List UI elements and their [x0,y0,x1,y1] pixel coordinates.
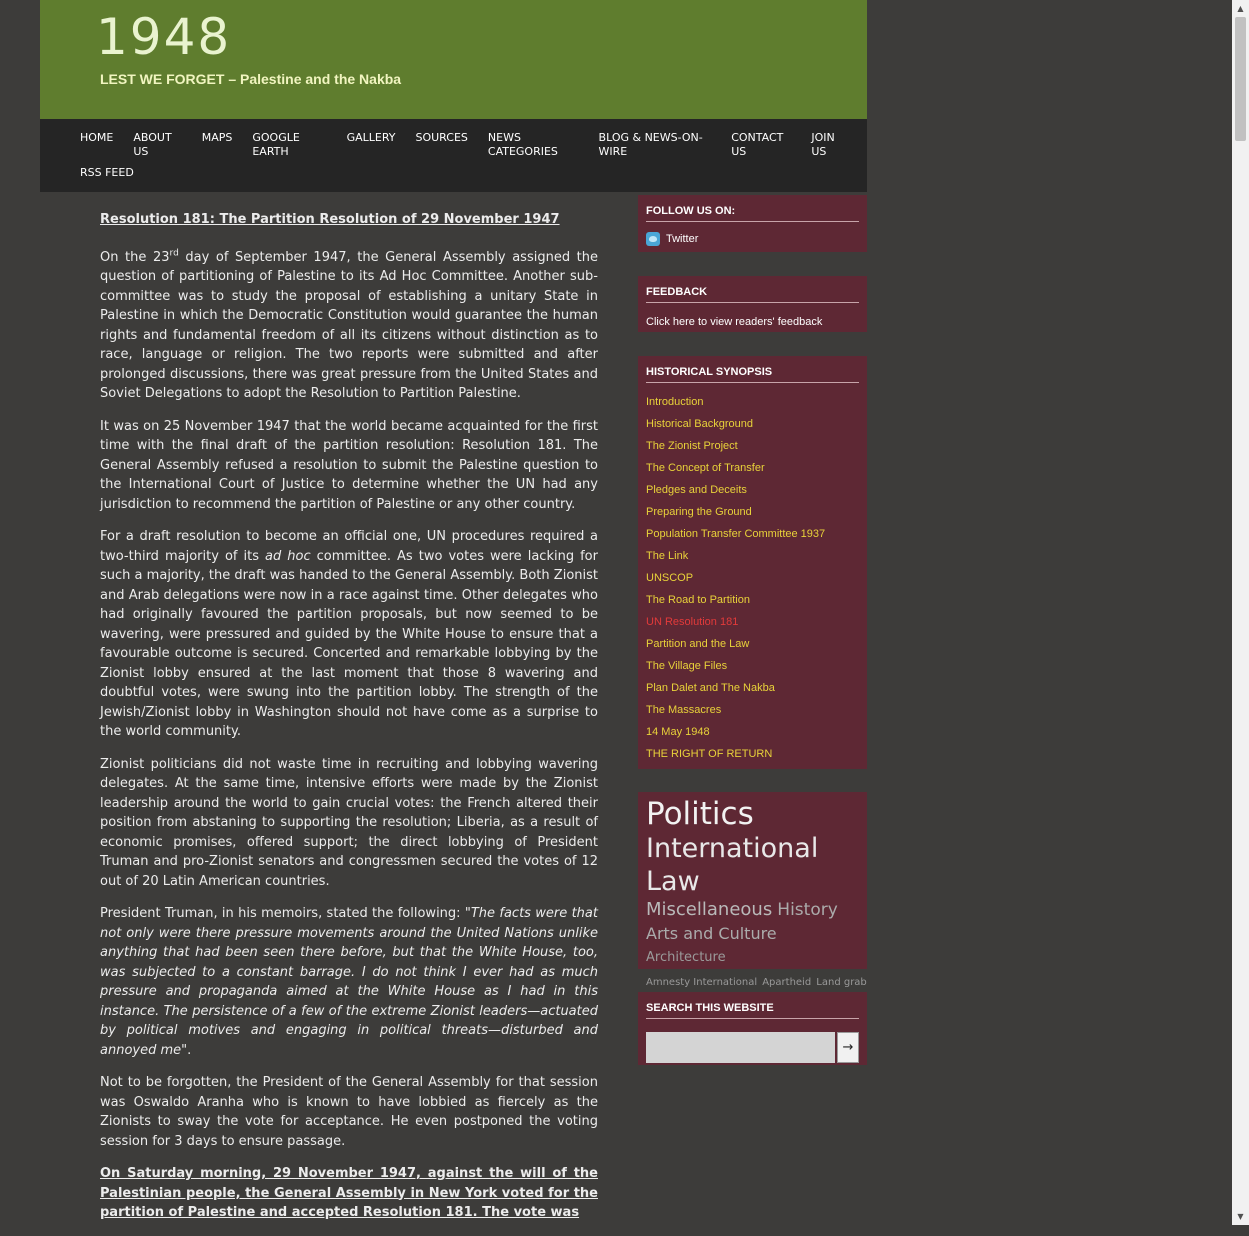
twitter-label: Twitter [666,233,699,245]
p5-text-a: President Truman, in his memoirs, stated… [100,906,465,921]
nav-rss-feed[interactable]: RSS FEED [80,166,134,180]
nav-contact-us[interactable]: CONTACT US [731,131,791,159]
nav-row-2: RSS FEED [80,166,154,180]
p1-sup: rd [169,248,179,259]
history-link[interactable]: Population Transfer Committee 1937 [646,528,859,550]
feedback-widget: FEEDBACK Click here to view readers' fee… [638,276,867,332]
search-widget: SEARCH THIS WEBSITE → [638,992,867,1065]
tag-arts-and-culture[interactable]: Arts and Culture [646,922,777,946]
article-paragraph: Zionist politicians did not waste time i… [100,756,598,889]
article-content: Resolution 181: The Partition Resolution… [100,210,598,1236]
tag-cloud-widget: Politics International Law Miscellaneous… [638,792,867,988]
article-paragraph: President Truman, in his memoirs, stated… [100,904,598,1060]
p5-text-b: ". [181,1042,192,1058]
history-link[interactable]: The Road to Partition [646,594,859,616]
search-input[interactable] [646,1032,835,1063]
site-title[interactable]: 1948 [96,12,231,62]
history-link[interactable]: The Concept of Transfer [646,462,859,484]
nav-home[interactable]: HOME [80,131,113,159]
feedback-title: FEEDBACK [646,284,859,303]
history-link[interactable]: Plan Dalet and The Nakba [646,682,859,704]
follow-widget: FOLLOW US ON: Twitter [638,195,867,252]
nav-row-1: HOME ABOUT US MAPS GOOGLE EARTH GALLERY … [80,131,867,159]
article-heading: Resolution 181: The Partition Resolution… [100,212,560,227]
nav-gallery[interactable]: GALLERY [347,131,396,159]
article-paragraph: For a draft resolution to become an offi… [100,527,598,742]
historical-synopsis-widget: HISTORICAL SYNOPSIS Introduction Histori… [638,356,867,769]
history-link[interactable]: UNSCOP [646,572,859,594]
main-nav: HOME ABOUT US MAPS GOOGLE EARTH GALLERY … [40,119,867,192]
site-tagline: LEST WE FORGET – Palestine and the Nakba [100,71,402,87]
nav-join-us[interactable]: JOIN US [811,131,847,159]
nav-sources[interactable]: SOURCES [415,131,467,159]
history-list: Introduction Historical Background The Z… [646,396,859,770]
nav-news-categories[interactable]: NEWS CATEGORIES [488,131,579,159]
article-paragraph: It was on 25 November 1947 that the worl… [100,418,598,512]
tag-miscellaneous[interactable]: Miscellaneous [646,898,772,922]
history-link[interactable]: Pledges and Deceits [646,484,859,506]
history-link[interactable]: The Link [646,550,859,572]
tag-architecture[interactable]: Architecture [646,946,726,970]
tag-international-law[interactable]: International Law [646,832,846,898]
truman-quote: "The facts were that not only were there… [100,906,598,1058]
search-submit-button[interactable]: → [837,1032,859,1063]
scroll-down-arrow-icon[interactable]: ▼ [1232,1208,1249,1225]
twitter-link[interactable]: Twitter [646,232,859,246]
tag-politics[interactable]: Politics [646,796,754,832]
site-header: 1948 LEST WE FORGET – Palestine and the … [40,0,867,119]
article-paragraph: On the 23rd day of September 1947, the G… [100,248,598,404]
p1-text-b: day of September 1947, the General Assem… [100,249,598,402]
tag-history[interactable]: History [777,898,837,922]
p3-italic: ad hoc [265,548,311,564]
history-link[interactable]: Introduction [646,396,859,418]
history-link[interactable]: The Zionist Project [646,440,859,462]
scrollbar-thumb[interactable] [1235,17,1246,141]
twitter-bird-icon [646,232,660,246]
article-paragraph-bold: On Saturday morning, 29 November 1947, a… [100,1166,598,1220]
history-link[interactable]: THE RIGHT OF RETURN [646,748,859,770]
history-link[interactable]: The Massacres [646,704,859,726]
follow-title: FOLLOW US ON: [646,203,859,222]
nav-about-us[interactable]: ABOUT US [133,131,181,159]
page-wrapper: 1948 LEST WE FORGET – Palestine and the … [40,0,867,192]
history-link[interactable]: 14 May 1948 [646,726,859,748]
history-link[interactable]: The Village Files [646,660,859,682]
history-link[interactable]: Historical Background [646,418,859,440]
vertical-scrollbar[interactable]: ▲ ▼ [1232,0,1249,1225]
scroll-up-arrow-icon[interactable]: ▲ [1232,0,1249,17]
p3-text-b: committee. As two votes were lacking for… [100,548,598,740]
p1-text-a: On the 23 [100,249,170,265]
history-link[interactable]: Preparing the Ground [646,506,859,528]
search-title: SEARCH THIS WEBSITE [646,1000,859,1019]
history-title: HISTORICAL SYNOPSIS [646,364,859,383]
feedback-link[interactable]: Click here to view readers' feedback [646,316,859,328]
nav-blog-news[interactable]: BLOG & NEWS-ON-WIRE [599,131,712,159]
search-row: → [646,1032,859,1063]
nav-google-earth[interactable]: GOOGLE EARTH [252,131,326,159]
article-paragraph: Not to be forgotten, the President of th… [100,1075,598,1149]
history-link-active[interactable]: UN Resolution 181 [646,616,859,638]
history-link[interactable]: Partition and the Law [646,638,859,660]
nav-maps[interactable]: MAPS [202,131,233,159]
